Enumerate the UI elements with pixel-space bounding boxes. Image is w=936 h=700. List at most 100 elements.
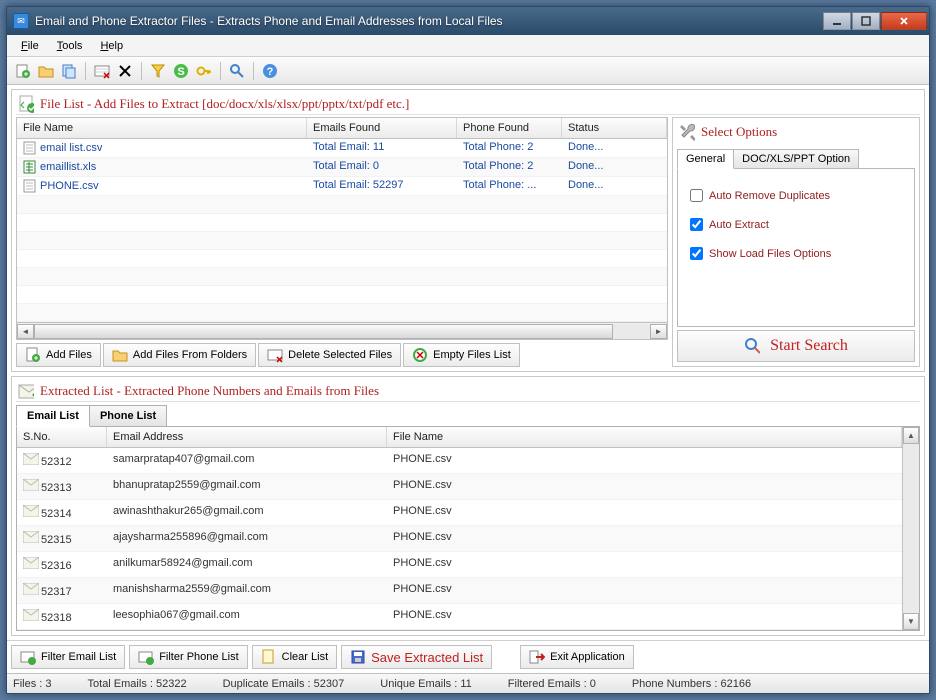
extracted-row[interactable]: 52318leesophia067@gmail.comPHONE.csv bbox=[17, 604, 902, 630]
file-type-icon bbox=[23, 179, 37, 193]
options-tab-content: Auto Remove Duplicates Auto Extract Show… bbox=[677, 168, 915, 327]
email-cell: ajaysharma255896@gmail.com bbox=[107, 526, 387, 551]
tb-key-icon[interactable] bbox=[194, 61, 214, 81]
extracted-row[interactable]: 52314 awinashthakur265@gmail.comPHONE.csv bbox=[17, 500, 902, 526]
tb-skype-icon[interactable]: S bbox=[171, 61, 191, 81]
sno-cell: 52315 bbox=[41, 534, 72, 546]
add-folders-button[interactable]: Add Files From Folders bbox=[103, 343, 256, 367]
extracted-row[interactable]: 52315ajaysharma255896@gmail.comPHONE.csv bbox=[17, 526, 902, 552]
mail-icon bbox=[23, 505, 41, 520]
col-status[interactable]: Status bbox=[562, 118, 667, 138]
menu-file[interactable]: File bbox=[15, 38, 45, 54]
file-row[interactable]: emaillist.xlsTotal Email: 0Total Phone: … bbox=[17, 158, 667, 177]
extracted-section: Extracted List - Extracted Phone Numbers… bbox=[11, 376, 925, 636]
mail-icon bbox=[23, 609, 41, 624]
emails-found-cell: Total Email: 0 bbox=[307, 158, 457, 176]
maximize-button[interactable] bbox=[852, 12, 880, 30]
email-cell: awinashthakur265@gmail.com bbox=[107, 500, 387, 525]
mail-icon bbox=[23, 557, 41, 572]
save-extracted-button[interactable]: Save Extracted List bbox=[341, 645, 492, 669]
col-file-name-2[interactable]: File Name bbox=[387, 427, 902, 447]
status-cell: Done... bbox=[562, 158, 667, 176]
tb-search-icon[interactable] bbox=[227, 61, 247, 81]
col-email-address[interactable]: Email Address bbox=[107, 427, 387, 447]
file-list-grid[interactable]: File Name Emails Found Phone Found Statu… bbox=[16, 117, 668, 323]
menu-tools[interactable]: Tools bbox=[51, 38, 89, 54]
filename-cell: PHONE.csv bbox=[387, 552, 902, 577]
filename-cell: PHONE.csv bbox=[387, 500, 902, 525]
tb-add-folder-icon[interactable] bbox=[36, 61, 56, 81]
opt-auto-extract-label: Auto Extract bbox=[709, 219, 769, 231]
email-cell: manishsharma2559@gmail.com bbox=[107, 578, 387, 603]
tab-general[interactable]: General bbox=[677, 149, 734, 169]
file-name-cell: email list.csv bbox=[40, 142, 102, 154]
tab-doc-option[interactable]: DOC/XLS/PPT Option bbox=[733, 149, 859, 169]
file-name-cell: PHONE.csv bbox=[40, 180, 99, 192]
menu-help[interactable]: Help bbox=[94, 38, 129, 54]
file-list-heading: File List - Add Files to Extract [doc/do… bbox=[40, 96, 409, 112]
add-files-button[interactable]: Add Files bbox=[16, 343, 101, 367]
empty-row bbox=[17, 232, 667, 250]
phone-found-cell: Total Phone: 2 bbox=[457, 139, 562, 157]
scroll-right-icon[interactable]: ► bbox=[650, 324, 667, 339]
phone-found-cell: Total Phone: ... bbox=[457, 177, 562, 195]
tb-filter-icon[interactable] bbox=[148, 61, 168, 81]
tb-add-file-icon[interactable] bbox=[13, 61, 33, 81]
extracted-grid[interactable]: S.No. Email Address File Name 52312 samar… bbox=[17, 427, 902, 630]
extracted-row[interactable]: 52316anilkumar58924@gmail.comPHONE.csv bbox=[17, 552, 902, 578]
file-row[interactable]: email list.csv Total Email: 11Total Phone… bbox=[17, 139, 667, 158]
close-button[interactable] bbox=[881, 12, 927, 30]
col-phone-found[interactable]: Phone Found bbox=[457, 118, 562, 138]
folder-icon bbox=[112, 347, 128, 363]
horizontal-scrollbar[interactable]: ◄ ► bbox=[16, 323, 668, 340]
extracted-row[interactable]: 52313bhanupratap2559@gmail.comPHONE.csv bbox=[17, 474, 902, 500]
status-files: Files : 3 bbox=[13, 678, 52, 690]
scroll-up-icon[interactable]: ▲ bbox=[903, 427, 919, 444]
app-window: ✉ Email and Phone Extractor Files - Extr… bbox=[6, 6, 930, 694]
emails-found-cell: Total Email: 11 bbox=[307, 139, 457, 157]
tb-delete-row-icon[interactable] bbox=[92, 61, 112, 81]
titlebar: ✉ Email and Phone Extractor Files - Extr… bbox=[7, 7, 929, 35]
vertical-scrollbar[interactable]: ▲ ▼ bbox=[902, 427, 919, 630]
svg-text:S: S bbox=[177, 66, 184, 78]
tab-phone-list[interactable]: Phone List bbox=[89, 405, 167, 427]
filter-email-button[interactable]: Filter Email List bbox=[11, 645, 125, 669]
show-load-files-checkbox[interactable] bbox=[690, 247, 703, 260]
col-emails-found[interactable]: Emails Found bbox=[307, 118, 457, 138]
clear-list-button[interactable]: Clear List bbox=[252, 645, 337, 669]
opt-show-load-label: Show Load Files Options bbox=[709, 248, 831, 260]
col-sno[interactable]: S.No. bbox=[17, 427, 107, 447]
extracted-row[interactable]: 52317manishsharma2559@gmail.comPHONE.csv bbox=[17, 578, 902, 604]
email-cell: samarpratap407@gmail.com bbox=[107, 448, 387, 473]
filter-phone-button[interactable]: Filter Phone List bbox=[129, 645, 247, 669]
empty-list-button[interactable]: Empty Files List bbox=[403, 343, 520, 367]
exit-button[interactable]: Exit Application bbox=[520, 645, 634, 669]
auto-remove-duplicates-checkbox[interactable] bbox=[690, 189, 703, 202]
tb-copy-icon[interactable] bbox=[59, 61, 79, 81]
phone-found-cell: Total Phone: 2 bbox=[457, 158, 562, 176]
extracted-row[interactable]: 52312samarpratap407@gmail.comPHONE.csv bbox=[17, 448, 902, 474]
start-search-button[interactable]: Start Search bbox=[677, 330, 915, 362]
sno-cell: 52312 bbox=[41, 456, 72, 468]
tb-help-icon[interactable]: ? bbox=[260, 61, 280, 81]
statusbar: Files : 3 Total Emails : 52322 Duplicate… bbox=[7, 673, 929, 693]
sno-cell: 52318 bbox=[41, 612, 72, 624]
tab-email-list[interactable]: Email List bbox=[16, 405, 90, 427]
emails-found-cell: Total Email: 52297 bbox=[307, 177, 457, 195]
filename-cell: PHONE.csv bbox=[387, 578, 902, 603]
scroll-thumb[interactable] bbox=[34, 324, 613, 339]
scroll-left-icon[interactable]: ◄ bbox=[17, 324, 34, 339]
tb-delete-icon[interactable] bbox=[115, 61, 135, 81]
status-total-emails: Total Emails : 52322 bbox=[88, 678, 187, 690]
delete-selected-button[interactable]: Delete Selected Files bbox=[258, 343, 401, 367]
scroll-down-icon[interactable]: ▼ bbox=[903, 613, 919, 630]
col-file-name[interactable]: File Name bbox=[17, 118, 307, 138]
empty-row bbox=[17, 250, 667, 268]
mail-icon bbox=[23, 453, 41, 468]
sno-cell: 52314 bbox=[41, 508, 72, 520]
file-list-header: File Name Emails Found Phone Found Statu… bbox=[17, 118, 667, 139]
auto-extract-checkbox[interactable] bbox=[690, 218, 703, 231]
file-row[interactable]: PHONE.csv Total Email: 52297Total Phone: … bbox=[17, 177, 667, 196]
status-cell: Done... bbox=[562, 177, 667, 195]
minimize-button[interactable] bbox=[823, 12, 851, 30]
